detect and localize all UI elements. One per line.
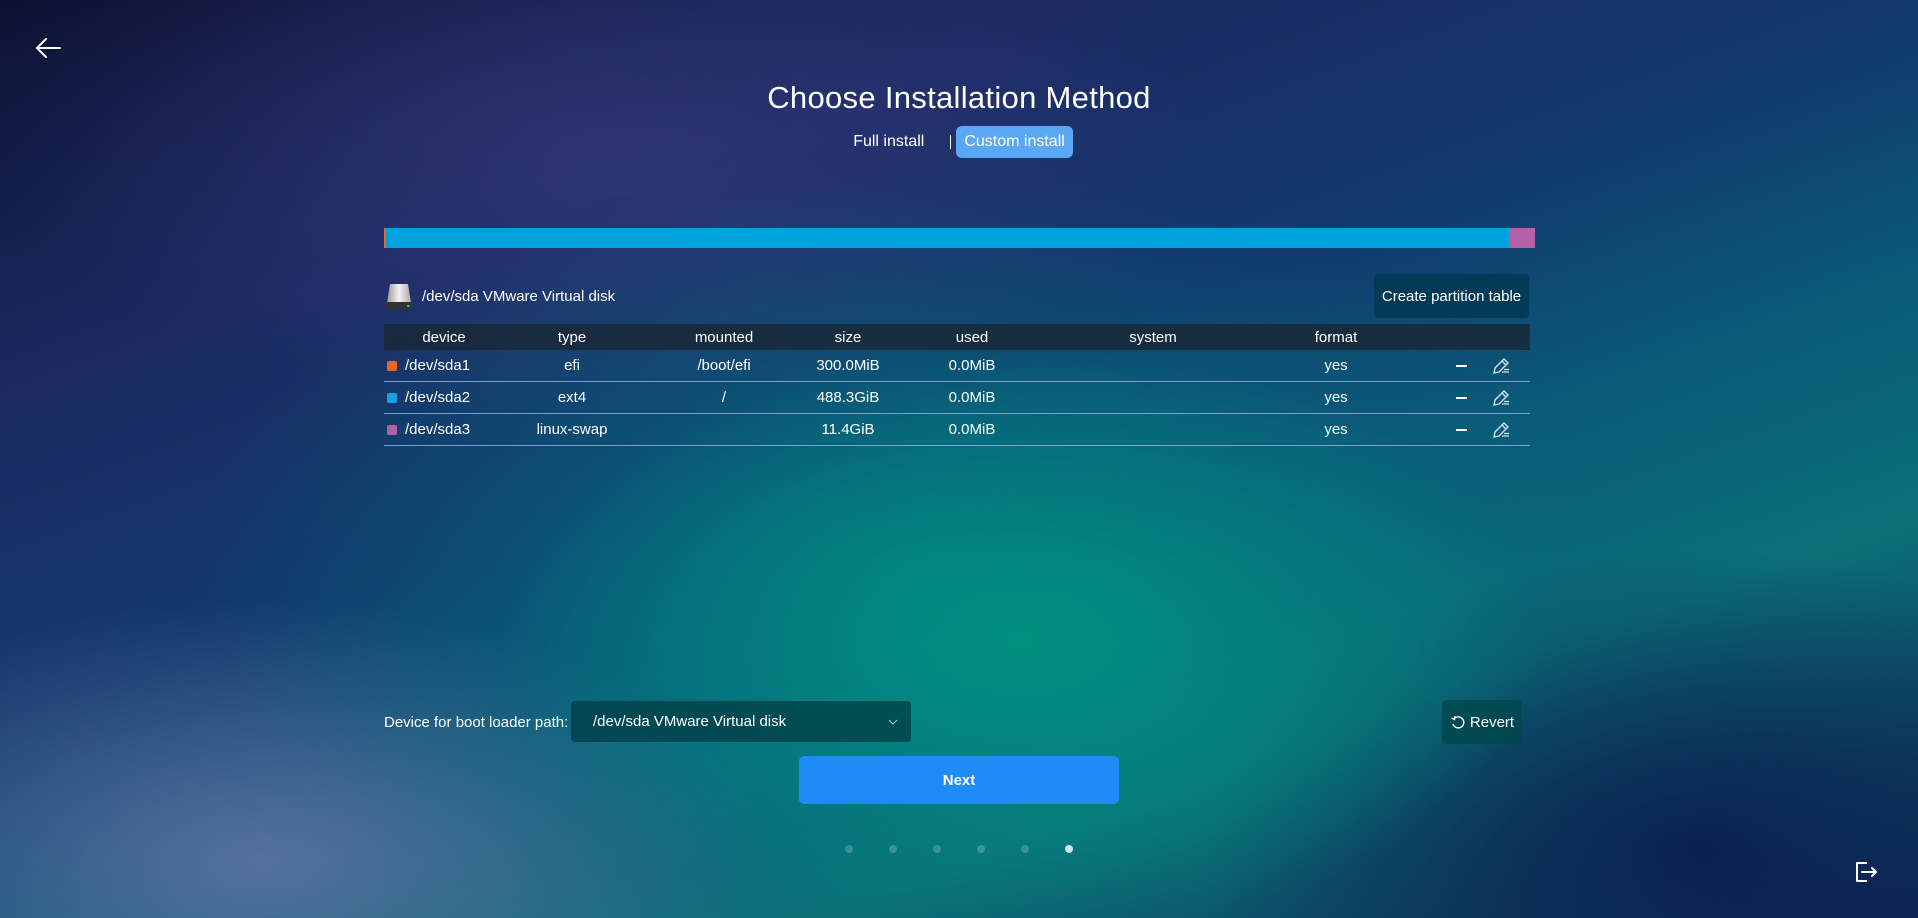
column-header-system: system: [1129, 328, 1177, 346]
cell-used: 0.0MiB: [948, 357, 996, 374]
edit-pen-icon[interactable]: [1492, 421, 1510, 439]
column-header-type: type: [557, 328, 587, 346]
arrow-left-icon: [36, 38, 61, 58]
cell-type: ext4: [557, 389, 587, 406]
delete-partition-button[interactable]: [1454, 391, 1468, 405]
bootloader-device-select[interactable]: /dev/sda VMware Virtual disk: [571, 701, 911, 742]
back-button[interactable]: [30, 32, 66, 64]
delete-partition-button[interactable]: [1454, 359, 1468, 373]
cell-format: yes: [1324, 421, 1348, 438]
disk-header: /dev/sda VMware Virtual disk: [384, 281, 615, 311]
chevron-down-icon: [888, 719, 898, 725]
table-row[interactable]: /dev/sda2 ext4 / 488.3GiB 0.0MiB yes: [384, 382, 1530, 414]
partition-color-swatch: [387, 360, 397, 371]
minus-icon: [1455, 396, 1467, 399]
partition-segment: [1509, 228, 1536, 248]
next-button[interactable]: Next: [799, 756, 1119, 804]
cell-mounted: /: [721, 389, 727, 406]
tab-custom-install[interactable]: Custom install: [956, 126, 1073, 158]
cell-device: /dev/sda2: [405, 389, 471, 406]
revert-button[interactable]: Revert: [1442, 700, 1522, 744]
step-dot: [889, 845, 897, 853]
column-header-mounted: mounted: [694, 328, 754, 346]
disk-label: /dev/sda VMware Virtual disk: [422, 287, 616, 305]
cell-type: efi: [564, 357, 580, 374]
cell-size: 11.4GiB: [821, 421, 875, 438]
column-header-used: used: [955, 328, 989, 346]
edit-pen-icon[interactable]: [1492, 357, 1510, 375]
cell-device: /dev/sda3: [405, 421, 471, 438]
step-dot: [845, 845, 853, 853]
step-dot: [1065, 845, 1073, 853]
column-header-format: format: [1314, 328, 1358, 346]
step-dot: [933, 845, 941, 853]
install-method-tabs: Full install Custom install: [0, 126, 1918, 158]
cell-used: 0.0MiB: [948, 421, 996, 438]
column-header-size: size: [834, 328, 862, 346]
partition-table: device type mounted size used system for…: [384, 324, 1530, 446]
undo-icon: [1451, 715, 1465, 729]
table-row[interactable]: /dev/sda1 efi /boot/efi 300.0MiB 0.0MiB …: [384, 350, 1530, 382]
partition-color-swatch: [387, 392, 397, 403]
cell-type: linux-swap: [536, 421, 608, 438]
page-title: Choose Installation Method: [767, 80, 1151, 115]
exit-button[interactable]: [1852, 858, 1880, 886]
cell-device: /dev/sda1: [405, 357, 471, 374]
partition-segment: [386, 228, 1510, 248]
cell-format: yes: [1324, 357, 1348, 374]
hard-disk-icon: [386, 284, 412, 309]
column-header-device: device: [422, 328, 466, 346]
cell-used: 0.0MiB: [948, 389, 996, 406]
table-row[interactable]: /dev/sda3 linux-swap 11.4GiB 0.0MiB yes: [384, 414, 1530, 446]
revert-label: Revert: [1469, 713, 1515, 731]
minus-icon: [1455, 428, 1467, 431]
minus-icon: [1455, 364, 1467, 367]
step-dot: [1021, 845, 1029, 853]
table-header: device type mounted size used system for…: [384, 324, 1530, 350]
tab-full-install[interactable]: Full install: [845, 126, 932, 158]
cell-format: yes: [1324, 389, 1348, 406]
tab-divider: [950, 135, 952, 149]
step-indicator: [0, 845, 1918, 853]
cell-mounted: /boot/efi: [697, 357, 751, 374]
bootloader-label: Device for boot loader path:: [384, 714, 569, 731]
partition-usage-bar: [384, 228, 1536, 248]
edit-pen-icon[interactable]: [1492, 389, 1510, 407]
create-partition-table-button[interactable]: Create partition table: [1374, 274, 1529, 318]
partition-color-swatch: [387, 424, 397, 435]
exit-icon: [1856, 862, 1877, 882]
step-dot: [977, 845, 985, 853]
bootloader-selected-value: /dev/sda VMware Virtual disk: [593, 713, 787, 730]
cell-size: 300.0MiB: [816, 357, 880, 374]
delete-partition-button[interactable]: [1454, 423, 1468, 437]
cell-size: 488.3GiB: [816, 389, 880, 406]
